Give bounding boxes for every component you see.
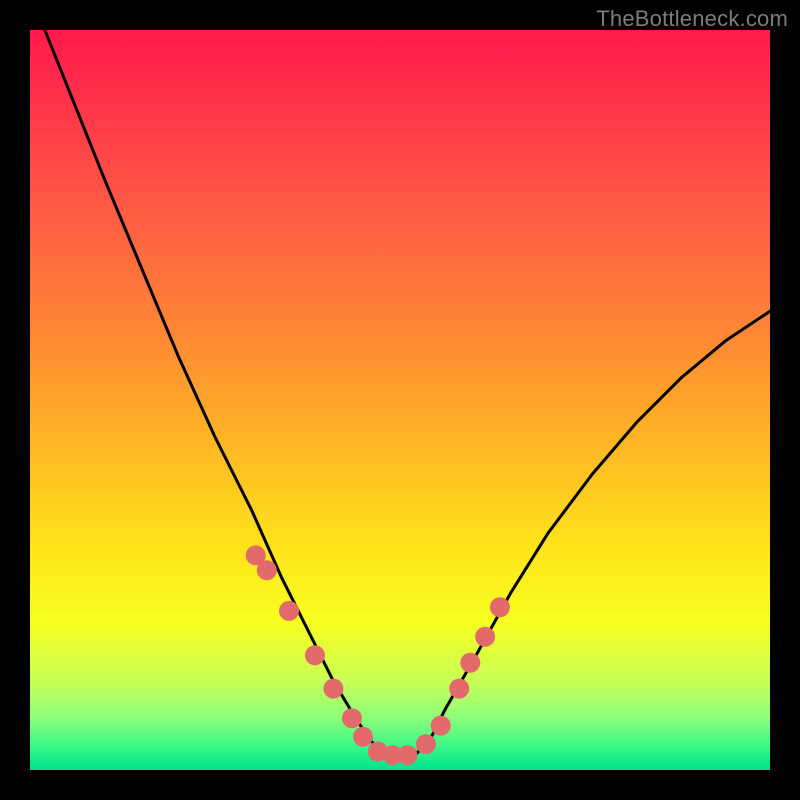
chart-svg — [30, 30, 770, 770]
chart-marker — [305, 645, 325, 665]
chart-marker — [257, 560, 277, 580]
chart-marker — [342, 708, 362, 728]
chart-marker — [416, 734, 436, 754]
chart-frame: TheBottleneck.com — [0, 0, 800, 800]
chart-marker — [490, 597, 510, 617]
chart-plot-area — [30, 30, 770, 770]
chart-marker — [449, 679, 469, 699]
chart-marker — [431, 716, 451, 736]
chart-marker — [397, 745, 417, 765]
chart-marker — [323, 679, 343, 699]
chart-marker — [353, 727, 373, 747]
chart-markers — [246, 545, 510, 765]
curve-polyline — [45, 30, 770, 759]
chart-marker — [475, 627, 495, 647]
watermark-text: TheBottleneck.com — [596, 6, 788, 32]
chart-marker — [460, 653, 480, 673]
chart-marker — [279, 601, 299, 621]
bottleneck-curve — [45, 30, 770, 759]
